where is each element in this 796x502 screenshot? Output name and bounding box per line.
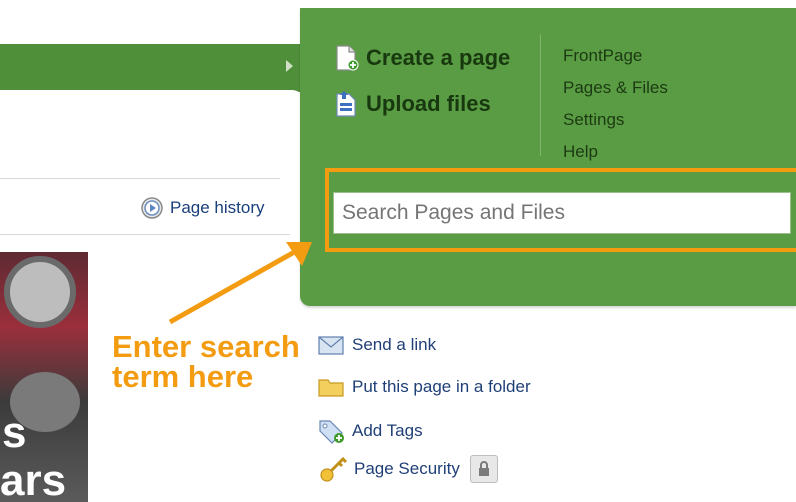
page-history-link[interactable]: Page history bbox=[140, 196, 265, 220]
create-page-button[interactable]: Create a page bbox=[334, 44, 510, 72]
send-link-label: Send a link bbox=[352, 335, 437, 354]
lock-button[interactable] bbox=[469, 455, 498, 483]
send-link-action[interactable]: Send a link bbox=[318, 334, 436, 356]
page-thumbnail-image: s ars bbox=[0, 252, 88, 502]
upload-files-label: Upload files bbox=[366, 91, 491, 116]
tab-expand-arrow-icon[interactable] bbox=[286, 60, 293, 72]
put-in-folder-label: Put this page in a folder bbox=[352, 377, 531, 396]
page-security-action[interactable]: Page Security bbox=[318, 454, 498, 484]
upload-files-icon bbox=[336, 91, 356, 117]
clock-icon bbox=[141, 197, 163, 219]
nav-settings-link[interactable]: Settings bbox=[563, 110, 624, 130]
thumbnail-text-2: ars bbox=[0, 456, 67, 502]
folder-icon bbox=[318, 379, 344, 397]
page-history-label: Page history bbox=[170, 198, 265, 217]
annotation-line-1: Enter search bbox=[112, 329, 300, 364]
upload-files-button[interactable]: Upload files bbox=[334, 90, 491, 118]
tag-icon bbox=[319, 420, 344, 444]
page-tab-strip bbox=[0, 44, 310, 92]
envelope-icon bbox=[318, 336, 344, 355]
annotation-arrow-icon bbox=[168, 242, 312, 325]
lock-icon bbox=[478, 461, 489, 476]
page-security-label: Page Security bbox=[354, 459, 460, 478]
thumbnail-gear-shape bbox=[4, 256, 76, 328]
add-tags-label: Add Tags bbox=[352, 421, 423, 440]
put-in-folder-action[interactable]: Put this page in a folder bbox=[318, 376, 531, 398]
key-icon bbox=[320, 456, 348, 482]
divider bbox=[0, 178, 280, 179]
nav-help-link[interactable]: Help bbox=[563, 142, 598, 162]
annotation-text: Enter search term here bbox=[112, 329, 300, 394]
annotation-line-2: term here bbox=[112, 359, 254, 394]
nav-separator bbox=[540, 34, 541, 156]
search-highlight-box bbox=[325, 168, 796, 252]
new-page-icon bbox=[336, 45, 359, 71]
add-tags-action[interactable]: Add Tags bbox=[318, 418, 423, 444]
create-page-label: Create a page bbox=[366, 45, 511, 70]
nav-frontpage-link[interactable]: FrontPage bbox=[563, 46, 642, 66]
thumbnail-text-1: s bbox=[2, 408, 27, 457]
nav-pages-files-link[interactable]: Pages & Files bbox=[563, 78, 668, 98]
